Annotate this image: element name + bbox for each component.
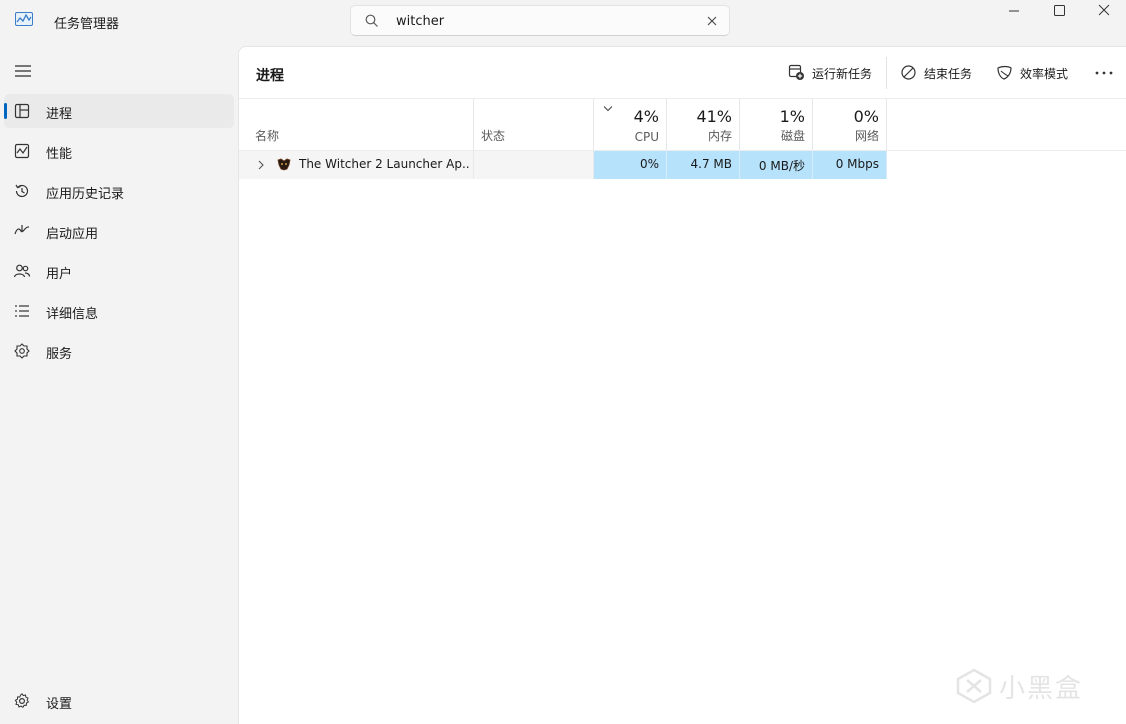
table-row[interactable]: The Witcher 2 Launcher Ap... 0% 4.7 MB 0… (239, 151, 887, 179)
search-icon (365, 14, 378, 27)
active-indicator (4, 103, 7, 119)
efficiency-mode-button[interactable]: 效率模式 (996, 61, 1072, 85)
main-panel: 进程 运行新任务 结束任务 效率模式 名称 状态 4% CPU 41% 内存 1… (238, 46, 1126, 724)
watermark: 小黑盒 (955, 662, 1100, 708)
column-label: 状态 (481, 129, 506, 143)
sidebar-item-label: 用户 (46, 267, 73, 282)
disk-percent: 1% (779, 107, 805, 126)
processes-icon (14, 103, 30, 119)
sidebar-item-users[interactable]: 用户 (4, 254, 234, 288)
sidebar-item-label: 进程 (46, 107, 73, 122)
sidebar-item-label: 应用历史记录 (46, 187, 125, 202)
more-options-icon[interactable] (1092, 61, 1116, 85)
end-task-label: 结束任务 (924, 67, 973, 81)
sidebar-item-label: 设置 (46, 697, 73, 712)
sidebar-item-startup-apps[interactable]: 启动应用 (4, 214, 234, 248)
minimize-button[interactable] (990, 0, 1036, 22)
sidebar-item-settings[interactable]: 设置 (4, 684, 234, 718)
services-icon (14, 343, 30, 359)
toolbar-divider (886, 57, 887, 89)
process-network: 0 Mbps (835, 157, 879, 171)
page-title: 进程 (256, 68, 284, 84)
sidebar-item-app-history[interactable]: 应用历史记录 (4, 174, 234, 208)
process-name-cell: The Witcher 2 Launcher Ap... (239, 151, 474, 179)
column-label: 内存 (707, 129, 732, 143)
leaf-icon (997, 65, 1012, 80)
run-new-task-icon (788, 64, 804, 80)
sort-descending-icon (603, 106, 613, 112)
end-task-icon (901, 65, 916, 80)
gear-icon (14, 693, 30, 708)
performance-icon (14, 143, 30, 159)
column-label: 磁盘 (780, 129, 805, 143)
startup-apps-icon (14, 225, 30, 235)
column-header-network[interactable]: 0% 网络 (813, 99, 887, 151)
sidebar-item-label: 性能 (46, 147, 73, 162)
process-memory: 4.7 MB (690, 157, 732, 171)
process-name: The Witcher 2 Launcher Ap... (299, 157, 469, 171)
search-box[interactable] (350, 5, 730, 36)
sidebar-item-performance[interactable]: 性能 (4, 134, 234, 168)
sidebar-item-label: 启动应用 (46, 227, 99, 242)
clear-search-icon[interactable] (705, 14, 719, 28)
watermark-text: 小黑盒 (999, 674, 1084, 704)
process-memory-cell: 4.7 MB (667, 151, 740, 179)
app-title: 任务管理器 (54, 17, 120, 32)
memory-percent: 41% (696, 107, 732, 126)
main-header: 进程 运行新任务 结束任务 效率模式 (239, 47, 1126, 99)
process-disk-cell: 0 MB/秒 (740, 151, 813, 179)
hamburger-menu-icon[interactable] (12, 60, 34, 82)
search-input[interactable] (396, 11, 696, 31)
sidebar-item-label: 详细信息 (46, 307, 99, 322)
column-label: CPU (634, 130, 659, 144)
cpu-percent: 4% (633, 107, 659, 126)
chevron-right-icon[interactable] (257, 160, 265, 170)
column-label: 网络 (854, 129, 879, 143)
task-manager-app-icon (15, 12, 33, 26)
process-cpu: 0% (639, 157, 659, 171)
sidebar-item-processes[interactable]: 进程 (4, 94, 234, 128)
details-icon (15, 305, 29, 317)
column-header-disk[interactable]: 1% 磁盘 (740, 99, 813, 151)
sidebar-item-services[interactable]: 服务 (4, 334, 234, 368)
close-button[interactable] (1080, 0, 1126, 22)
column-header-status[interactable]: 状态 (474, 99, 594, 151)
sidebar-item-details[interactable]: 详细信息 (4, 294, 234, 328)
process-status-cell (474, 151, 594, 179)
run-new-task-label: 运行新任务 (812, 67, 873, 81)
maximize-button[interactable] (1036, 0, 1082, 22)
end-task-button[interactable]: 结束任务 (900, 61, 976, 85)
watermark-logo-icon (956, 668, 992, 704)
column-header-cpu[interactable]: 4% CPU (594, 99, 667, 151)
witcher-app-icon (277, 158, 291, 171)
run-new-task-button[interactable]: 运行新任务 (788, 61, 874, 85)
column-header-name[interactable]: 名称 (239, 99, 474, 151)
process-network-cell: 0 Mbps (813, 151, 887, 179)
column-label: 名称 (255, 129, 280, 143)
title-bar: 任务管理器 (0, 0, 1126, 44)
process-cpu-cell: 0% (594, 151, 667, 179)
users-icon (13, 264, 31, 278)
app-history-icon (15, 184, 29, 198)
efficiency-mode-label: 效率模式 (1020, 67, 1069, 81)
sidebar: 进程 性能 应用历史记录 启动应用 用户 详细信息 服务 设置 (0, 44, 238, 724)
network-percent: 0% (853, 107, 879, 126)
sidebar-item-label: 服务 (46, 347, 73, 362)
column-header-memory[interactable]: 41% 内存 (667, 99, 740, 151)
process-disk: 0 MB/秒 (758, 159, 805, 173)
